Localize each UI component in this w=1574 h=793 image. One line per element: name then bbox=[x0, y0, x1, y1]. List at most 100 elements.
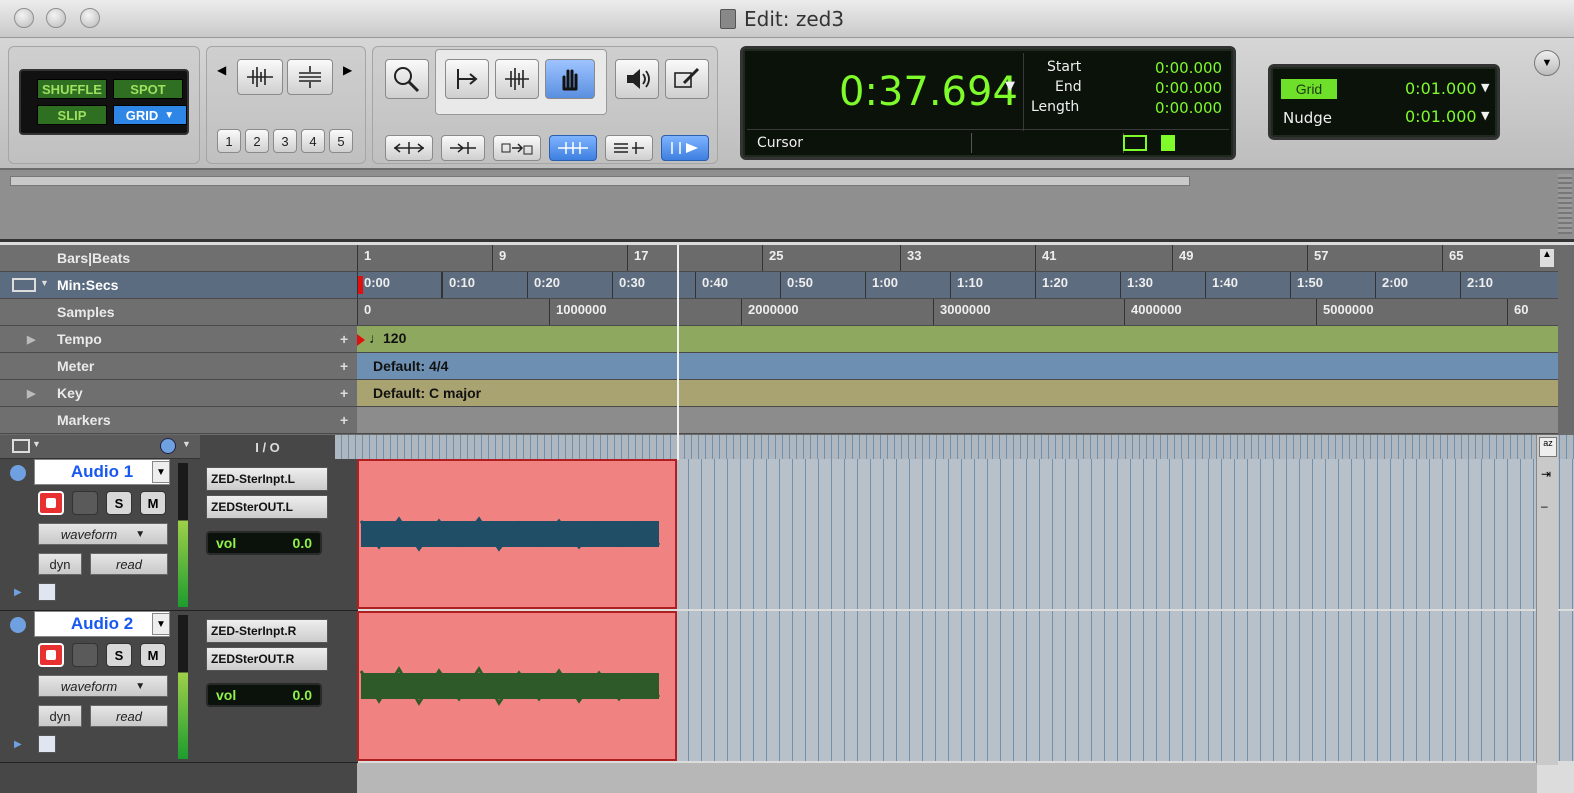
track-name[interactable]: Audio 2 bbox=[34, 611, 170, 637]
shuffle-mode-button[interactable]: SHUFFLE bbox=[37, 79, 107, 99]
end-value[interactable]: 0:00.000 bbox=[1155, 79, 1222, 97]
selector-tool-button[interactable] bbox=[495, 59, 539, 99]
playhead-cursor-line[interactable] bbox=[677, 245, 679, 460]
expand-track-icon[interactable]: ▶ bbox=[14, 739, 22, 750]
zoom-toggle-icon[interactable]: ⇥ bbox=[1541, 467, 1551, 481]
midi-input-icon[interactable] bbox=[1123, 135, 1147, 151]
zoom-preset-2[interactable]: 2 bbox=[245, 129, 269, 153]
track-chevron-icon[interactable] bbox=[10, 465, 26, 481]
samples-tick: 3000000 bbox=[933, 299, 991, 325]
tempo-marker-icon[interactable] bbox=[357, 334, 365, 346]
input-monitor-button[interactable] bbox=[72, 643, 98, 667]
record-enable-button[interactable] bbox=[38, 491, 64, 515]
zoomer-tool-button[interactable] bbox=[385, 59, 429, 99]
mute-button[interactable]: M bbox=[140, 643, 166, 667]
spot-mode-button[interactable]: SPOT bbox=[113, 79, 183, 99]
track-chevron-icon[interactable] bbox=[10, 617, 26, 633]
waveform-zoom-out-button[interactable] bbox=[287, 59, 333, 95]
ruler-chevron-down-icon[interactable]: ▼ bbox=[40, 278, 49, 288]
dyn-button[interactable]: dyn bbox=[38, 553, 82, 575]
input-selector[interactable]: ZED-SterInpt.R bbox=[206, 619, 328, 643]
track-view-chevron-down-icon[interactable]: ▼ bbox=[32, 439, 41, 449]
expand-key-icon[interactable]: ▶ bbox=[27, 387, 35, 400]
add-tempo-icon[interactable]: + bbox=[340, 331, 348, 347]
input-monitor-button[interactable] bbox=[72, 491, 98, 515]
pencil-tool-button[interactable] bbox=[665, 59, 709, 99]
start-value[interactable]: 0:00.000 bbox=[1155, 59, 1222, 77]
track-view-selector[interactable]: waveform ▼ bbox=[38, 523, 168, 545]
zoom-left-arrow-icon[interactable]: ◀ bbox=[217, 63, 226, 77]
minimize-window-button[interactable] bbox=[46, 8, 66, 28]
empty-track-area bbox=[357, 763, 1537, 793]
main-counter-value[interactable]: 0:37.694 bbox=[839, 69, 1018, 115]
audio-clip[interactable] bbox=[357, 611, 677, 761]
nudge-chevron-down-icon[interactable]: ▼ bbox=[1481, 109, 1489, 122]
add-key-icon[interactable]: + bbox=[340, 385, 348, 401]
grid-mode-button[interactable]: GRID ▼ bbox=[113, 105, 187, 125]
output-selector[interactable]: ZEDSterOUT.R bbox=[206, 647, 328, 671]
insertion-follows-button[interactable] bbox=[493, 135, 541, 161]
expand-track-icon[interactable]: ▶ bbox=[14, 587, 22, 598]
record-enable-button[interactable] bbox=[38, 643, 64, 667]
elastic-audio-icon[interactable] bbox=[38, 583, 56, 601]
tempo-event[interactable]: ♩120 bbox=[369, 330, 406, 346]
track-name-chevron-down-icon[interactable]: ▼ bbox=[152, 461, 170, 483]
document-icon[interactable] bbox=[1161, 135, 1175, 151]
input-selector[interactable]: ZED-SterInpt.L bbox=[206, 467, 328, 491]
audio-clip[interactable] bbox=[357, 459, 677, 609]
resize-handle[interactable] bbox=[1558, 174, 1572, 234]
waveform-zoom-in-button[interactable] bbox=[237, 59, 283, 95]
slip-mode-button[interactable]: SLIP bbox=[37, 105, 107, 125]
dyn-button[interactable]: dyn bbox=[38, 705, 82, 727]
meter-event[interactable]: Default: 4/4 bbox=[373, 358, 448, 374]
mirror-midi-button[interactable] bbox=[605, 135, 653, 161]
add-marker-icon[interactable]: + bbox=[340, 412, 348, 428]
zoom-minus-icon[interactable]: – bbox=[1541, 499, 1548, 513]
trim-tool-button[interactable] bbox=[445, 59, 489, 99]
link-timeline-button[interactable] bbox=[441, 135, 485, 161]
elastic-audio-icon[interactable] bbox=[38, 735, 56, 753]
solo-button[interactable]: S bbox=[106, 643, 132, 667]
track-list-view-icon[interactable] bbox=[12, 439, 30, 453]
automation-mode-selector[interactable]: read bbox=[90, 705, 168, 727]
scroll-options-button[interactable] bbox=[661, 135, 709, 161]
ruler-view-icon[interactable] bbox=[12, 278, 36, 292]
expand-tempo-icon[interactable]: ▶ bbox=[27, 333, 35, 346]
nudge-value[interactable]: 0:01.000 bbox=[1405, 107, 1477, 126]
zoom-preset-4[interactable]: 4 bbox=[301, 129, 325, 153]
toolbar-menu-chevron-icon[interactable]: ▼ bbox=[1534, 50, 1560, 76]
timebase-chevron-down-icon[interactable]: ▼ bbox=[182, 439, 191, 449]
length-value[interactable]: 0:00.000 bbox=[1155, 99, 1222, 117]
automation-mode-selector[interactable]: read bbox=[90, 553, 168, 575]
add-meter-icon[interactable]: + bbox=[340, 358, 348, 374]
zoom-right-arrow-icon[interactable]: ▶ bbox=[343, 63, 352, 77]
zoom-preset-5[interactable]: 5 bbox=[329, 129, 353, 153]
grabber-tool-button[interactable] bbox=[545, 59, 595, 99]
grid-toggle-button[interactable]: Grid bbox=[1281, 79, 1337, 99]
volume-display[interactable]: vol 0.0 bbox=[206, 683, 322, 707]
close-window-button[interactable] bbox=[14, 8, 34, 28]
timebase-clock-icon[interactable] bbox=[160, 438, 176, 454]
key-event[interactable]: Default: C major bbox=[373, 385, 481, 401]
zoom-preset-1[interactable]: 1 bbox=[217, 129, 241, 153]
track-name[interactable]: Audio 1 bbox=[34, 459, 170, 485]
scrubber-tool-button[interactable] bbox=[615, 59, 659, 99]
output-selector[interactable]: ZEDSterOUT.L bbox=[206, 495, 328, 519]
trim-icon bbox=[457, 69, 478, 89]
counter-menu-chevron-icon[interactable]: ▼ bbox=[1005, 79, 1015, 94]
mute-button[interactable]: M bbox=[140, 491, 166, 515]
grid-value[interactable]: 0:01.000 bbox=[1405, 79, 1477, 98]
zoom-preset-3[interactable]: 3 bbox=[273, 129, 297, 153]
track-name-chevron-down-icon[interactable]: ▼ bbox=[152, 613, 170, 635]
zoom-window-button[interactable] bbox=[80, 8, 100, 28]
sort-icon[interactable]: az bbox=[1539, 437, 1557, 457]
tab-to-transients-button[interactable] bbox=[385, 135, 433, 161]
volume-display[interactable]: vol 0.0 bbox=[206, 531, 322, 555]
grid-chevron-down-icon[interactable]: ▼ bbox=[1481, 81, 1489, 94]
link-track-edit-button[interactable] bbox=[549, 135, 597, 161]
track-view-selector[interactable]: waveform ▼ bbox=[38, 675, 168, 697]
samples-tick: 0 bbox=[357, 299, 371, 325]
solo-button[interactable]: S bbox=[106, 491, 132, 515]
ruler-menu-icon[interactable]: ▲ bbox=[1540, 249, 1554, 267]
overview-scrollbar[interactable] bbox=[10, 176, 1190, 186]
